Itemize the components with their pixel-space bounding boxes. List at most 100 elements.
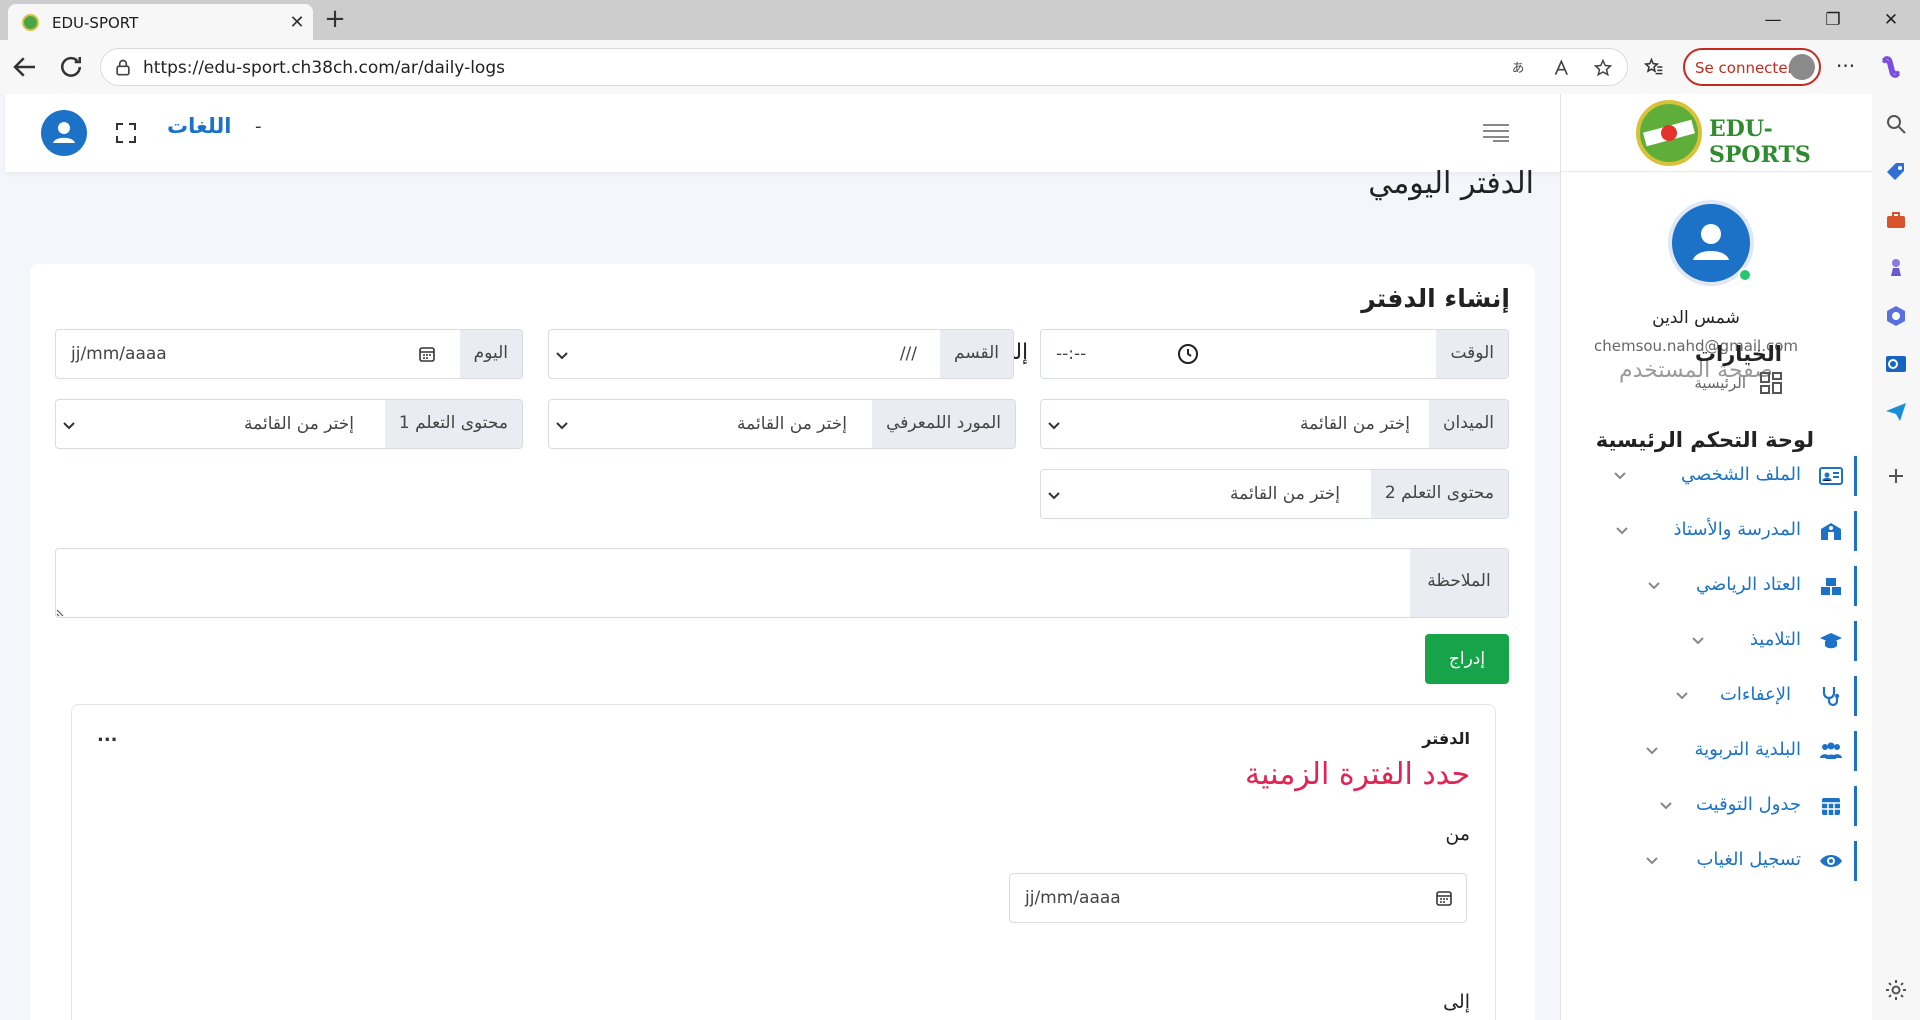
school-icon — [1819, 519, 1843, 543]
content1-select[interactable]: محتوى التعلم 1 إختر من القائمة — [55, 399, 523, 449]
active-accent — [1854, 731, 1857, 771]
restore-icon[interactable]: ❐ — [1822, 10, 1844, 30]
chevron-down-icon — [1047, 488, 1061, 502]
active-accent — [1854, 841, 1857, 881]
languages-menu[interactable]: اللغات — [167, 114, 232, 138]
sidebar-item-timetable[interactable]: جدول التوقيت — [1561, 786, 1857, 826]
browser-tab[interactable]: EDU-SPORT ✕ — [8, 4, 313, 40]
sidebar-item-absences[interactable]: تسجيل الغياب — [1561, 841, 1857, 881]
sidebar-item-profile[interactable]: الملف الشخصي — [1561, 456, 1857, 496]
calendar-picker-icon[interactable] — [1435, 889, 1453, 907]
sidebar-home-label: الرئيسية — [1694, 374, 1746, 392]
more-menu-icon[interactable]: ... — [97, 725, 118, 746]
time-label: الوقت — [1436, 330, 1508, 378]
sidebar-item-equipment[interactable]: العتاد الرياضي — [1561, 566, 1857, 606]
content1-select-value: إختر من القائمة — [244, 414, 354, 434]
browser-tab-bar: EDU-SPORT ✕ + — ❐ ✕ — [0, 0, 1920, 40]
sidebar-item-students[interactable]: التلاميذ — [1561, 621, 1857, 661]
content2-label: محتوى التعلم 2 — [1370, 470, 1508, 518]
active-accent — [1854, 456, 1857, 496]
chevron-down-icon — [1047, 418, 1061, 432]
section-label: القسم — [940, 330, 1013, 378]
clock-icon[interactable] — [1177, 343, 1199, 365]
dashboard-grid-icon — [1760, 372, 1782, 394]
eye-icon — [1819, 849, 1843, 873]
from-date-placeholder: jj/mm/aaaa — [1025, 888, 1121, 908]
shopping-tag-icon[interactable] — [1884, 160, 1908, 184]
add-panel-icon[interactable] — [1884, 464, 1908, 488]
sidebar-item-label: البلدية التربوية — [1694, 739, 1801, 760]
more-options-icon[interactable]: ··· — [1836, 54, 1855, 78]
field-select[interactable]: الميدان إختر من القائمة — [1040, 399, 1509, 449]
sidebar-item-school[interactable]: المدرسة والأستاذ — [1561, 511, 1857, 551]
url-bar[interactable]: https://edu-sport.ch38ch.com/ar/daily-lo… — [100, 48, 1628, 86]
address-toolbar: https://edu-sport.ch38ch.com/ar/daily-lo… — [0, 40, 1920, 94]
logbook-card: الدفتر ... حدد الفترة الزمنية من jj/mm/a… — [71, 704, 1496, 1020]
tab-title: EDU-SPORT — [52, 14, 139, 32]
toolbox-icon[interactable] — [1884, 208, 1908, 232]
app-topbar: اللغات - — [5, 94, 1560, 172]
close-tab-icon[interactable]: ✕ — [287, 12, 307, 33]
note-label: الملاحظة — [1410, 549, 1508, 617]
resize-handle-icon[interactable] — [56, 607, 66, 617]
from-date-input[interactable]: jj/mm/aaaa — [1009, 873, 1467, 923]
calendar-picker-icon[interactable] — [418, 345, 436, 363]
back-icon[interactable] — [10, 52, 40, 82]
sidebar-item-label: العتاد الرياضي — [1695, 574, 1801, 595]
sidebar-item-home[interactable]: الرئيسية — [1642, 370, 1782, 400]
note-textarea[interactable]: الملاحظة — [55, 548, 1509, 618]
to-date-label: إلى — [1443, 991, 1470, 1013]
chevron-down-icon — [1675, 688, 1689, 702]
chevron-down-icon — [1647, 578, 1661, 592]
page-title: الدفتر اليومي — [1368, 166, 1534, 201]
section-select[interactable]: القسم /// — [548, 329, 1014, 379]
card-title: إنشاء الدفتر — [1361, 284, 1510, 313]
time-from-input[interactable]: --:-- — [1056, 344, 1086, 364]
refresh-icon[interactable] — [56, 52, 86, 82]
profile-name: شمس الدين — [1652, 308, 1740, 328]
content2-select[interactable]: محتوى التعلم 2 إختر من القائمة — [1040, 469, 1509, 519]
day-date-input[interactable]: jj/mm/aaaa — [71, 344, 167, 364]
field-label: الميدان — [1429, 400, 1508, 448]
url-text[interactable]: https://edu-sport.ch38ch.com/ar/daily-lo… — [143, 58, 505, 78]
copilot-icon[interactable] — [1878, 54, 1904, 80]
games-icon[interactable] — [1884, 256, 1908, 280]
create-log-card: إنشاء الدفتر الوقت --:-- إلى --:-- القسم… — [30, 264, 1535, 1020]
chevron-down-icon — [1691, 633, 1705, 647]
outlook-icon[interactable] — [1884, 352, 1908, 376]
send-icon[interactable] — [1884, 400, 1908, 424]
favorite-star-icon[interactable] — [1593, 58, 1613, 78]
window-close-icon[interactable]: ✕ — [1880, 10, 1902, 30]
read-aloud-icon[interactable] — [1553, 58, 1573, 78]
favorites-list-icon[interactable] — [1644, 57, 1664, 77]
search-icon[interactable] — [1884, 112, 1908, 136]
lock-icon[interactable] — [113, 58, 133, 78]
sidebar-item-exemptions[interactable]: الإعفاءات — [1561, 676, 1857, 716]
fullscreen-icon[interactable] — [115, 122, 137, 144]
profile-avatar-icon — [1789, 54, 1815, 80]
user-menu-button[interactable] — [41, 110, 87, 156]
sidebar-item-municipality[interactable]: البلدية التربوية — [1561, 731, 1857, 771]
content1-label: محتوى التعلم 1 — [384, 400, 522, 448]
favicon-icon — [22, 14, 39, 31]
settings-gear-icon[interactable] — [1884, 978, 1908, 1002]
calendar-icon — [1819, 794, 1843, 818]
chevron-down-icon — [555, 348, 569, 362]
content2-select-value: إختر من القائمة — [1230, 484, 1340, 504]
microsoft365-icon[interactable] — [1884, 304, 1908, 328]
minimize-icon[interactable]: — — [1762, 10, 1784, 30]
sign-in-button[interactable]: Se connecter — [1683, 48, 1821, 86]
active-accent — [1854, 621, 1857, 661]
section-value: /// — [899, 344, 917, 364]
submit-button[interactable]: إدراج — [1425, 634, 1509, 684]
logo-area[interactable]: EDU-SPORTS — [1561, 94, 1872, 172]
resource-select[interactable]: المورد اللمعرفي إختر من القائمة — [548, 399, 1016, 449]
sidebar-item-label: جدول التوقيت — [1696, 794, 1801, 815]
menu-toggle-icon[interactable] — [1483, 122, 1509, 142]
new-tab-icon[interactable]: + — [322, 6, 348, 32]
time-from-group: الوقت --:-- — [1040, 329, 1509, 379]
page-viewport: اللغات - EDU-SPORTS شمس الدين chemsou.na… — [0, 94, 1872, 1020]
translate-icon[interactable]: あ — [1511, 58, 1531, 78]
dashboard-heading: لوحة التحكم الرئيسية — [1595, 428, 1814, 452]
field-select-value: إختر من القائمة — [1300, 414, 1410, 434]
